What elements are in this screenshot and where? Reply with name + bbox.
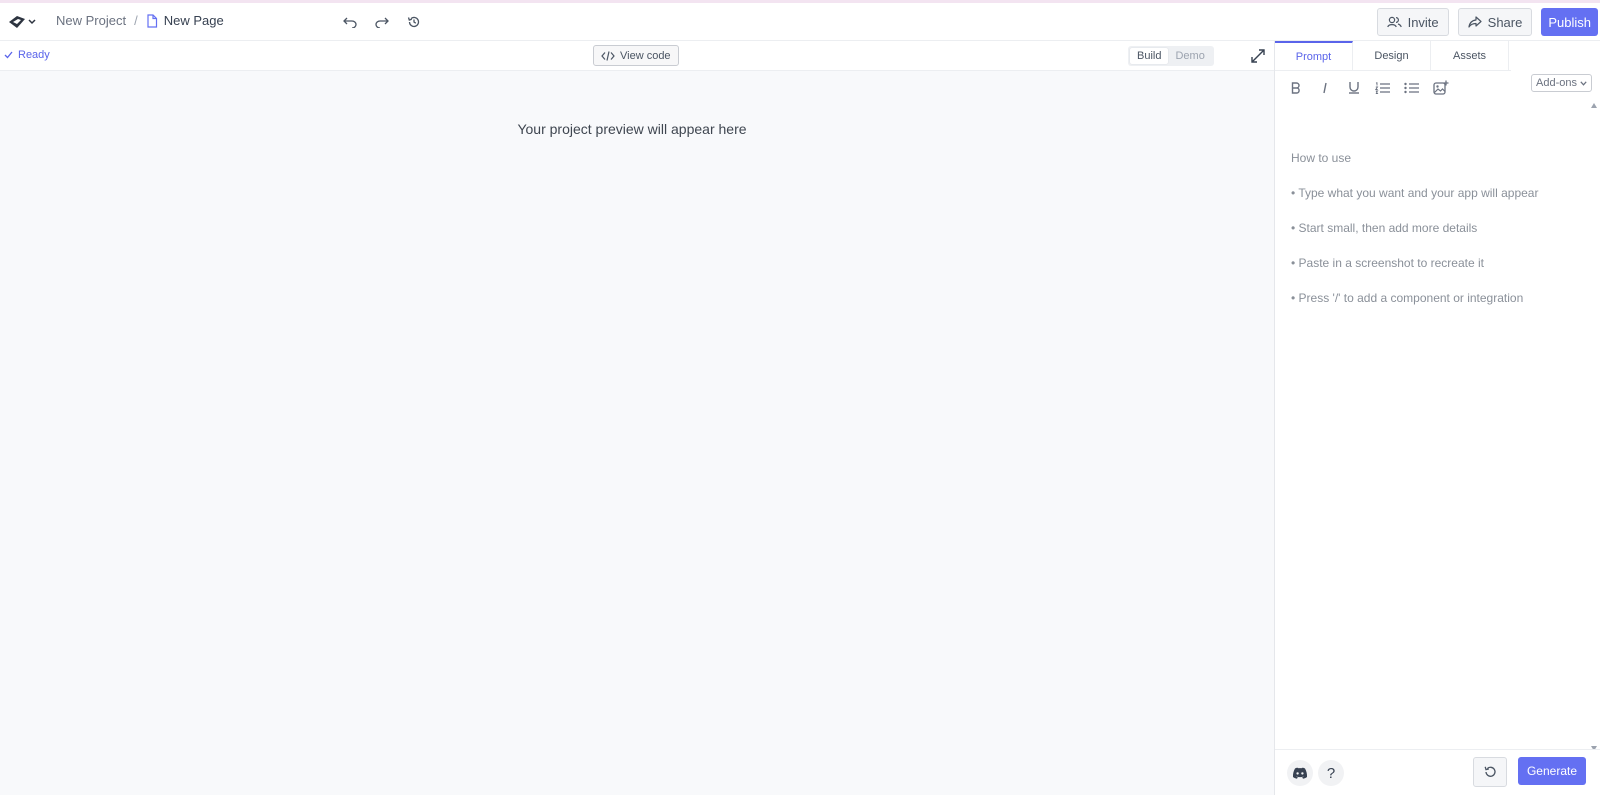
breadcrumb-page-label: New Page [163, 13, 224, 28]
undo-button[interactable] [340, 12, 360, 32]
breadcrumb-separator: / [134, 13, 138, 28]
mode-build-button[interactable]: Build [1130, 48, 1169, 64]
instruction-tip: • Press '/' to add a component or integr… [1291, 291, 1524, 305]
logo-menu-button[interactable] [8, 12, 40, 32]
generate-button[interactable]: Generate [1518, 757, 1586, 785]
discord-button[interactable] [1287, 760, 1313, 786]
invite-button[interactable]: Invite [1376, 8, 1449, 36]
top-bar: New Project / New Page Invite Share Publ… [0, 3, 1600, 41]
ordered-list-button[interactable] [1372, 77, 1393, 98]
italic-icon [1322, 82, 1327, 93]
share-button[interactable]: Share [1457, 8, 1533, 36]
ordered-list-icon [1374, 81, 1390, 94]
redo-button[interactable] [372, 12, 392, 32]
addons-select[interactable]: Add-ons [1531, 74, 1592, 92]
reset-icon [1484, 766, 1496, 777]
share-icon [1468, 16, 1482, 28]
instruction-tip: • Start small, then add more details [1291, 221, 1478, 235]
scroll-up-arrow[interactable] [1591, 103, 1597, 108]
logo-icon [9, 16, 25, 28]
chevron-down-icon [1580, 80, 1587, 86]
addons-label: Add-ons [1536, 77, 1577, 89]
check-icon [4, 51, 13, 59]
preview-canvas: Your project preview will appear here [0, 71, 1274, 795]
reset-button[interactable] [1473, 757, 1507, 787]
view-code-button[interactable]: View code [593, 45, 679, 66]
chevron-down-icon [28, 19, 36, 25]
preview-placeholder: Your project preview will appear here [517, 121, 747, 137]
status-text: Ready [18, 49, 50, 61]
publish-button[interactable]: Publish [1541, 8, 1598, 36]
instruction-tip: • Paste in a screenshot to recreate it [1291, 256, 1484, 270]
bullet-list-icon [1403, 82, 1419, 93]
invite-label: Invite [1407, 14, 1439, 30]
file-icon [147, 13, 157, 28]
breadcrumb: New Project / New Page [56, 13, 224, 28]
panel-footer: ? Generate [1275, 749, 1600, 795]
bold-icon [1291, 81, 1300, 94]
expand-icon [1251, 49, 1265, 63]
code-icon [601, 50, 615, 61]
prompt-editor[interactable]: How to use • Type what you want and your… [1291, 151, 1581, 326]
prompt-panel: Prompt Design Assets Add-ons How to use … [1274, 41, 1600, 795]
preview-toolbar: Ready View code Build Demo [0, 41, 1274, 71]
tab-assets[interactable]: Assets [1431, 41, 1509, 71]
mode-toggle: Build Demo [1128, 46, 1214, 66]
expand-button[interactable] [1250, 48, 1266, 64]
tab-design[interactable]: Design [1353, 41, 1431, 71]
redo-icon [375, 17, 389, 28]
status-indicator: Ready [4, 49, 50, 61]
breadcrumb-project[interactable]: New Project [56, 13, 126, 28]
italic-button[interactable] [1314, 77, 1335, 98]
history-icon [407, 16, 420, 28]
instructions-heading: How to use [1291, 151, 1352, 165]
bold-button[interactable] [1285, 77, 1306, 98]
users-icon [1386, 16, 1402, 28]
bullet-list-button[interactable] [1401, 77, 1422, 98]
undo-icon [343, 17, 357, 28]
image-plus-icon [1432, 80, 1448, 95]
view-code-label: View code [620, 49, 671, 62]
history-controls [340, 12, 424, 32]
tab-prompt[interactable]: Prompt [1275, 41, 1353, 71]
share-label: Share [1487, 14, 1523, 30]
instruction-tip: • Type what you want and your app will a… [1291, 186, 1539, 200]
help-button[interactable]: ? [1318, 760, 1344, 786]
panel-tabs: Prompt Design Assets [1275, 41, 1511, 71]
editor-scrollbar[interactable] [1588, 103, 1600, 751]
underline-button[interactable] [1343, 77, 1364, 98]
format-toolbar [1285, 77, 1451, 98]
mode-demo-button[interactable]: Demo [1168, 48, 1211, 64]
insert-image-button[interactable] [1430, 77, 1451, 98]
discord-icon [1292, 767, 1308, 779]
header-actions: Invite Share Publish [1376, 8, 1598, 36]
breadcrumb-page[interactable]: New Page [146, 13, 224, 28]
history-button[interactable] [404, 12, 424, 32]
underline-icon [1348, 82, 1359, 94]
